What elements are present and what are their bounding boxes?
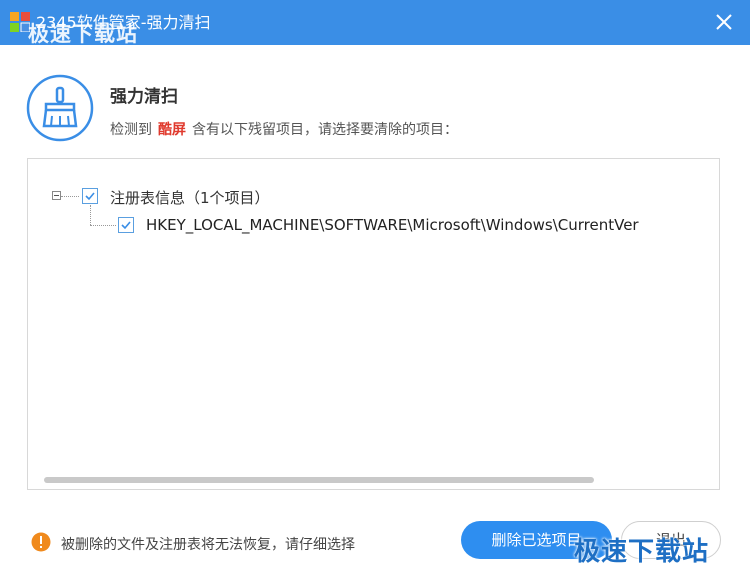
broom-icon [26, 74, 94, 142]
checkmark-icon [85, 192, 95, 201]
tree-line [90, 205, 91, 225]
collapse-toggle-icon[interactable] [52, 191, 61, 200]
watermark-top: 极速下载站 [28, 22, 138, 46]
warning-icon [31, 532, 51, 552]
group-checkbox[interactable] [82, 188, 98, 204]
title-bar: 2345软件管家-强力清扫 极速下载站 [0, 0, 750, 46]
tree-line [90, 225, 116, 226]
checkmark-icon [121, 221, 131, 230]
software-name: 酷屏 [158, 122, 186, 138]
desc-after: 含有以下残留项目，请选择要清除的项目： [192, 122, 458, 138]
residual-items-panel: 注册表信息（1个项目） HKEY_LOCAL_MACHINE\SOFTWARE\… [27, 158, 720, 490]
watermark-corner: 极速下载站 [574, 537, 710, 567]
warning-text: 被删除的文件及注册表将无法恢复，请仔细选择 [61, 537, 355, 553]
horizontal-scrollbar[interactable] [44, 477, 594, 483]
tree-line [61, 196, 79, 197]
close-icon[interactable] [712, 10, 736, 34]
app-logo-icon [10, 12, 30, 32]
registry-item-label: HKEY_LOCAL_MACHINE\SOFTWARE\Microsoft\Wi… [146, 216, 639, 234]
page-title: 强力清扫 [110, 87, 178, 107]
item-checkbox[interactable] [118, 217, 134, 233]
desc-before: 检测到 [110, 122, 152, 138]
group-label: 注册表信息（1个项目） [110, 189, 270, 207]
detection-description: 检测到 酷屏 含有以下残留项目，请选择要清除的项目： [110, 119, 458, 139]
